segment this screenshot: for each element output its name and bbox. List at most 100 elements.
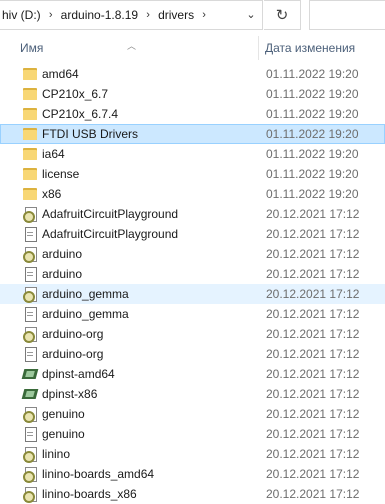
file-date: 20.12.2021 17:12 — [266, 287, 360, 301]
file-date: 20.12.2021 17:12 — [266, 227, 360, 241]
file-name: CP210x_6.7 — [42, 87, 109, 101]
file-row[interactable]: genuino 20.12.2021 17:12 — [0, 424, 385, 444]
security-catalog-icon — [22, 226, 38, 242]
file-name: genuino — [42, 407, 85, 421]
file-date: 20.12.2021 17:12 — [266, 447, 360, 461]
refresh-icon: ↻ — [275, 7, 289, 24]
file-date: 01.11.2022 19:20 — [266, 187, 359, 201]
file-date: 01.11.2022 19:20 — [266, 107, 359, 121]
sort-ascending-icon: ︿ — [127, 41, 137, 51]
security-catalog-icon — [22, 426, 38, 442]
file-row[interactable]: genuino 20.12.2021 17:12 — [0, 404, 385, 424]
file-row[interactable]: arduino_gemma 20.12.2021 17:12 — [0, 284, 385, 304]
file-row[interactable]: CP210x_6.7 01.11.2022 19:20 — [0, 84, 385, 104]
file-name: AdafruitCircuitPlayground — [42, 207, 179, 221]
file-row[interactable]: dpinst-x86 20.12.2021 17:12 — [0, 384, 385, 404]
security-catalog-icon — [22, 346, 38, 362]
setup-info-icon — [22, 446, 38, 463]
file-name: dpinst-amd64 — [42, 367, 115, 381]
file-name: arduino — [42, 247, 83, 261]
file-name: ia64 — [42, 147, 65, 161]
security-catalog-icon — [22, 266, 38, 282]
breadcrumb-arduino[interactable]: arduino-1.8.19 — [57, 8, 142, 22]
file-date: 20.12.2021 17:12 — [266, 487, 360, 501]
setup-info-icon — [22, 286, 38, 303]
chevron-right-icon[interactable]: › — [142, 9, 154, 21]
breadcrumb-drive[interactable]: hiv (D:) — [0, 8, 45, 22]
setup-info-icon — [22, 486, 38, 503]
file-date: 20.12.2021 17:12 — [266, 327, 360, 341]
folder-icon — [22, 106, 38, 122]
column-header-date[interactable]: Дата изменения — [260, 36, 385, 60]
file-date: 20.12.2021 17:12 — [266, 427, 360, 441]
address-history-button[interactable]: ⌄ — [241, 4, 261, 24]
file-row[interactable]: arduino-org 20.12.2021 17:12 — [0, 344, 385, 364]
file-row[interactable]: CP210x_6.7.4 01.11.2022 19:20 — [0, 104, 385, 124]
folder-icon — [22, 86, 38, 102]
file-row[interactable]: dpinst-amd64 20.12.2021 17:12 — [0, 364, 385, 384]
file-row[interactable]: FTDI USB Drivers 01.11.2022 19:20 — [0, 124, 385, 144]
file-row[interactable]: arduino 20.12.2021 17:12 — [0, 264, 385, 284]
file-date: 01.11.2022 19:20 — [266, 147, 359, 161]
security-catalog-icon — [22, 306, 38, 322]
file-name: linino — [42, 447, 71, 461]
application-icon — [21, 386, 39, 402]
file-name: FTDI USB Drivers — [42, 127, 138, 141]
file-date: 01.11.2022 19:20 — [266, 167, 359, 181]
address-toolbar: hiv (D:) › arduino-1.8.19 › drivers › ⌄ … — [0, 0, 385, 31]
file-row[interactable]: linino 20.12.2021 17:12 — [0, 444, 385, 464]
file-name: genuino — [42, 427, 85, 441]
column-header-name[interactable]: ︿ Имя — [0, 36, 259, 60]
file-name: arduino-org — [42, 347, 104, 361]
file-row[interactable]: license 01.11.2022 19:20 — [0, 164, 385, 184]
search-input[interactable] — [309, 0, 385, 30]
setup-info-icon — [22, 406, 38, 423]
column-date-label: Дата изменения — [265, 41, 356, 55]
file-name: license — [42, 167, 80, 181]
breadcrumb-drivers[interactable]: drivers — [154, 8, 198, 22]
folder-icon — [22, 186, 38, 202]
file-row[interactable]: arduino_gemma 20.12.2021 17:12 — [0, 304, 385, 324]
file-name: amd64 — [42, 67, 79, 81]
file-date: 20.12.2021 17:12 — [266, 307, 360, 321]
file-row[interactable]: AdafruitCircuitPlayground 20.12.2021 17:1… — [0, 224, 385, 244]
file-name: x86 — [42, 187, 62, 201]
file-row[interactable]: amd64 01.11.2022 19:20 — [0, 64, 385, 84]
file-name: AdafruitCircuitPlayground — [42, 227, 179, 241]
file-name: dpinst-x86 — [42, 387, 98, 401]
file-name: CP210x_6.7.4 — [42, 107, 119, 121]
file-date: 20.12.2021 17:12 — [266, 367, 360, 381]
file-date: 01.11.2022 19:20 — [266, 87, 359, 101]
setup-info-icon — [22, 326, 38, 343]
chevron-right-icon[interactable]: › — [45, 9, 57, 21]
file-list: amd64 01.11.2022 19:20 CP210x_6.7 01.11.202… — [0, 64, 385, 504]
refresh-button[interactable]: ↻ — [264, 0, 301, 30]
chevron-down-icon: ⌄ — [246, 8, 256, 21]
folder-icon — [22, 126, 38, 142]
file-date: 01.11.2022 19:20 — [266, 67, 359, 81]
column-name-label: Имя — [20, 41, 44, 55]
folder-icon — [22, 66, 38, 82]
file-row[interactable]: linino-boards_amd64 20.12.2021 17:12 — [0, 464, 385, 484]
chevron-right-icon[interactable]: › — [198, 9, 210, 21]
file-row[interactable]: arduino 20.12.2021 17:12 — [0, 244, 385, 264]
file-row[interactable]: arduino-org 20.12.2021 17:12 — [0, 324, 385, 344]
file-row[interactable]: AdafruitCircuitPlayground 20.12.2021 17:1… — [0, 204, 385, 224]
setup-info-icon — [22, 466, 38, 483]
file-row[interactable]: ia64 01.11.2022 19:20 — [0, 144, 385, 164]
file-name: linino-boards_amd64 — [42, 467, 155, 481]
file-date: 01.11.2022 19:20 — [266, 127, 359, 141]
file-date: 20.12.2021 17:12 — [266, 467, 360, 481]
folder-icon — [22, 146, 38, 162]
application-icon — [21, 366, 39, 382]
file-date: 20.12.2021 17:12 — [266, 247, 360, 261]
file-date: 20.12.2021 17:12 — [266, 267, 360, 281]
column-header: ︿ Имя Дата изменения — [0, 36, 385, 60]
file-name: arduino — [42, 267, 83, 281]
file-name: arduino_gemma — [42, 307, 129, 321]
file-name: arduino_gemma — [42, 287, 129, 301]
address-bar[interactable]: hiv (D:) › arduino-1.8.19 › drivers › — [0, 0, 263, 30]
file-date: 20.12.2021 17:12 — [266, 387, 360, 401]
file-row[interactable]: x86 01.11.2022 19:20 — [0, 184, 385, 204]
file-row[interactable]: linino-boards_x86 20.12.2021 17:12 — [0, 484, 385, 504]
